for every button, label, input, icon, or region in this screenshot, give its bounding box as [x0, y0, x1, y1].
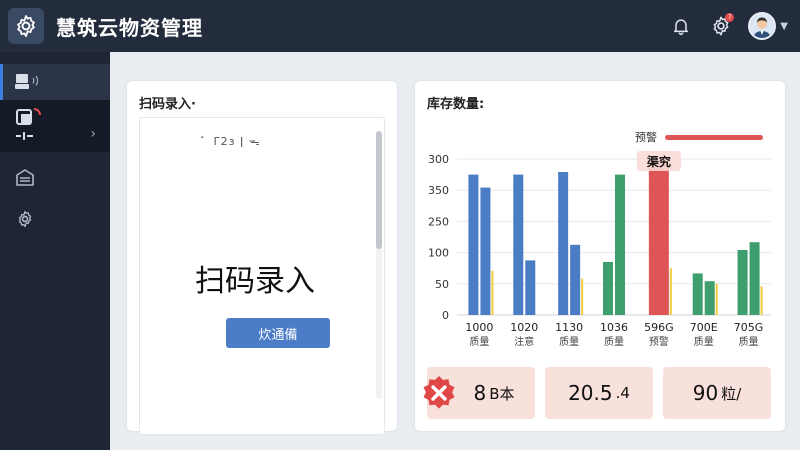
scrollbar[interactable]: [376, 131, 382, 399]
bar[interactable]: [570, 244, 581, 315]
stat-unit: B本: [489, 384, 515, 403]
scan-input-panel[interactable]: ⠁ Γ2з ǀ ᯓ 扫码录入 炊通備: [139, 117, 385, 435]
scanner-icon: [15, 74, 39, 89]
bar-accent: [669, 268, 672, 315]
sidebar-item-scan[interactable]: [0, 64, 110, 100]
bar[interactable]: [737, 250, 748, 315]
inventory-card-title: 库存数量:: [427, 97, 485, 112]
stat-card-weight[interactable]: 20.5.4: [545, 367, 653, 419]
bar-accent: [491, 270, 494, 315]
legend-swatch-warning: [665, 134, 763, 140]
x-tick-sublabel: 质量: [694, 336, 714, 348]
sidebar-item-settings[interactable]: [0, 204, 110, 234]
bar[interactable]: [480, 187, 491, 315]
chart-y-ticks: 0 50 100 250 350 300: [428, 153, 449, 322]
x-tick-sublabel: 质量: [469, 336, 489, 348]
scan-heading: 扫码录入: [195, 264, 315, 299]
gear-icon: [17, 15, 35, 37]
sidebar-item-devices[interactable]: ›: [0, 100, 110, 152]
close-icon[interactable]: [421, 375, 457, 411]
avatar-icon: [750, 14, 775, 38]
chevron-right-icon[interactable]: ›: [90, 126, 96, 142]
inventory-chart: 0 50 100 250 350 300 渠究 1000 质量 1020注意 1130 质量 103…: [428, 151, 771, 348]
stat-unit: .4: [615, 384, 630, 402]
inventory-card: 库存数量: 预警 0 50 100 250 350 300 渠究 1000 质量 1020 注意…: [414, 80, 786, 432]
stat-value: 20.5: [568, 381, 613, 405]
scan-card: 扫码录入· ⠁ Γ2з ǀ ᯓ 扫码录入 炊通備: [126, 80, 398, 435]
bar-accent: [760, 286, 763, 315]
notification-badge: 7: [725, 13, 735, 22]
app-title: 慧筑云物资管理: [56, 15, 203, 40]
x-tick-label: 1000: [465, 321, 493, 334]
user-avatar[interactable]: [748, 12, 777, 40]
stat-unit: 粒/: [721, 384, 742, 403]
legend-label: 预警: [635, 131, 657, 144]
y-tick-label: 0: [442, 309, 449, 322]
chart-x-ticks: 1000 质量 1020注意 1130 质量 1036 质量 596G预警 700E 质量 705G…: [465, 321, 763, 348]
bar[interactable]: [513, 174, 524, 315]
bar-accent: [581, 278, 584, 315]
bar-label: 渠究: [647, 154, 671, 169]
x-tick-label: 1020: [510, 321, 538, 334]
x-tick-sublabel: 质量: [739, 336, 759, 348]
gear-icon: [18, 210, 32, 228]
x-tick-sublabel: 质量: [604, 336, 624, 348]
chart-legend: 预警: [635, 129, 763, 145]
inventory-icon: [16, 169, 34, 186]
y-tick-label: 350: [428, 184, 449, 197]
chart-grid: [457, 158, 771, 316]
devices-icon: [16, 108, 41, 140]
scan-card-title: 扫码录入·: [139, 97, 196, 112]
app-logo[interactable]: [8, 8, 44, 44]
header-actions: 7 ▼: [668, 0, 788, 52]
top-header: 慧筑云物资管理 7 ▼: [0, 0, 800, 52]
bar[interactable]: [468, 174, 479, 315]
notifications-button[interactable]: [668, 13, 694, 39]
sidebar-item-inventory[interactable]: [0, 162, 110, 192]
bar[interactable]: [525, 260, 536, 315]
stat-value: 90: [692, 381, 719, 405]
scrollbar-thumb[interactable]: [376, 131, 382, 249]
bar-warning[interactable]: [648, 159, 669, 315]
bar[interactable]: [603, 261, 613, 315]
bar[interactable]: [704, 281, 715, 315]
stat-value: 8: [473, 381, 487, 405]
bar[interactable]: [692, 273, 703, 315]
bar[interactable]: [749, 242, 760, 315]
y-tick-label: 100: [428, 247, 449, 260]
sidebar: ›: [0, 52, 110, 450]
x-tick-sublabel: 预警: [649, 335, 669, 348]
x-tick-label: 596G: [644, 321, 674, 334]
stat-card-count[interactable]: 8 B本: [423, 367, 535, 419]
chart-bars: 渠究: [468, 151, 763, 315]
x-tick-label: 705G: [734, 321, 764, 334]
y-tick-label: 50: [435, 278, 449, 291]
chevron-down-icon[interactable]: ▼: [780, 21, 788, 32]
y-tick-label: 250: [428, 215, 449, 228]
x-tick-sublabel: 质量: [559, 336, 579, 348]
confirm-button[interactable]: 炊通備: [226, 318, 330, 348]
bell-icon: [674, 19, 689, 36]
scan-hint-text: ⠁ Γ2з ǀ ᯓ: [200, 135, 261, 148]
stat-card-pieces[interactable]: 90 粒/: [663, 367, 771, 419]
bar[interactable]: [615, 174, 625, 315]
bar[interactable]: [558, 172, 569, 315]
x-tick-label: 1130: [555, 321, 583, 334]
settings-button[interactable]: 7: [708, 13, 735, 39]
x-tick-label: 1036: [600, 321, 628, 334]
y-tick-label: 300: [428, 153, 449, 166]
bar-accent: [715, 283, 718, 315]
x-tick-sublabel: 注意: [514, 335, 534, 348]
x-tick-label: 700E: [690, 321, 718, 334]
